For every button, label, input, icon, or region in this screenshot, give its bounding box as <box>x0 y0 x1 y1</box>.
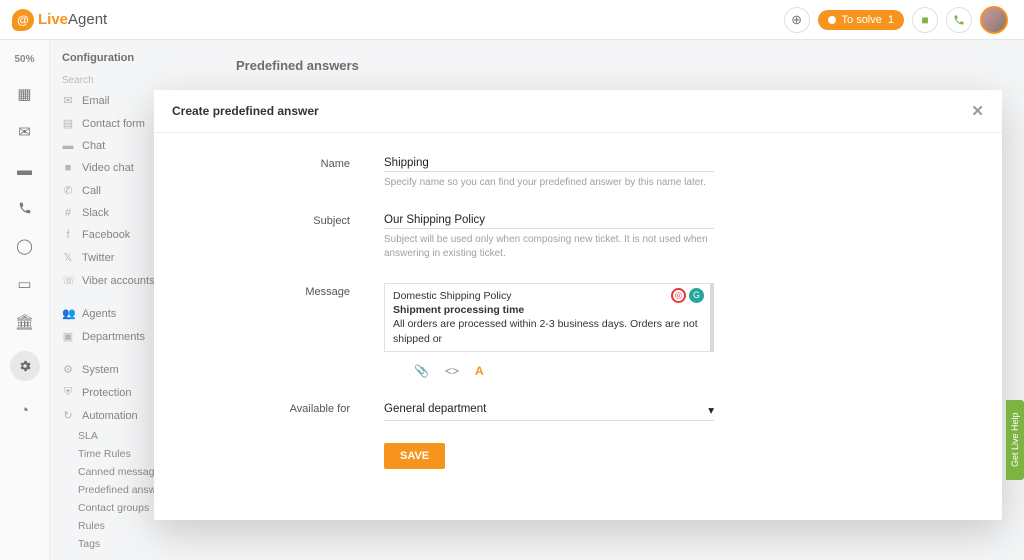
phone-icon: ✆ <box>62 184 74 197</box>
progress-percent[interactable]: 50% <box>14 54 34 65</box>
close-icon[interactable]: ✕ <box>971 102 984 120</box>
slack-icon: # <box>62 207 74 219</box>
chat-icon[interactable]: ▬ <box>16 161 34 179</box>
dashboard-icon[interactable]: ▦ <box>16 85 34 103</box>
mail-icon: ✉ <box>62 94 74 107</box>
logo-agent: Agent <box>68 11 107 28</box>
add-icon[interactable]: ⊕ <box>784 7 810 33</box>
available-label: Available for <box>194 400 384 421</box>
sb-label: Automation <box>82 410 138 422</box>
get-live-help-tab[interactable]: Get Live Help <box>1006 400 1024 480</box>
attach-icon[interactable]: 📎 <box>414 364 429 378</box>
contacts-icon[interactable]: ▭ <box>16 275 34 293</box>
ring-icon[interactable]: ◯ <box>16 237 34 255</box>
subject-input[interactable] <box>384 212 714 229</box>
sb-label: Facebook <box>82 229 130 241</box>
to-solve-count: 1 <box>888 14 894 26</box>
call-icon[interactable] <box>946 7 972 33</box>
logo-icon: @ <box>12 9 34 31</box>
msg-line: Domestic Shipping Policy <box>393 289 702 303</box>
sb-label: Viber accounts <box>82 275 155 287</box>
header: @ LiveAgent ⊕ To solve 1 ■ <box>0 0 1024 40</box>
editor-toolbar: 📎 <> A <box>384 352 714 378</box>
msg-line: All orders are processed within 2-3 busi… <box>393 317 702 345</box>
sidebar-search[interactable]: Search <box>50 72 218 89</box>
header-actions: ⊕ To solve 1 ■ <box>784 6 1008 34</box>
sidebar-sub-tags[interactable]: Tags <box>50 535 218 553</box>
sb-label: Slack <box>82 207 109 219</box>
gear-icon: ⚙ <box>62 363 74 376</box>
form-icon: ▤ <box>62 117 74 130</box>
sb-label: Chat <box>82 140 105 152</box>
message-label: Message <box>194 283 384 378</box>
logo-live: Live <box>38 11 68 28</box>
sb-label: Contact form <box>82 118 145 130</box>
chevron-down-icon: ▾ <box>708 403 714 417</box>
chat-icon: ▬ <box>62 140 74 152</box>
shield-icon: ⛨ <box>62 386 74 399</box>
message-editor[interactable]: Domestic Shipping Policy Shipment proces… <box>384 283 714 352</box>
avatar[interactable] <box>980 6 1008 34</box>
viber-icon: ☏ <box>62 274 74 287</box>
bank-icon[interactable]: 🏛 <box>16 313 34 331</box>
video-icon: ■ <box>62 162 74 174</box>
page-title: Predefined answers <box>236 58 1006 73</box>
nav-rail: 50% ▦ ✉ ▬ ◯ ▭ 🏛 ◔ <box>0 40 50 560</box>
facebook-icon: f <box>62 229 74 241</box>
target-icon[interactable]: ◎ <box>671 288 686 303</box>
twitter-icon: 𝕏 <box>62 251 74 264</box>
more-icon[interactable]: ◔ <box>16 401 34 419</box>
modal-create-predefined-answer: Create predefined answer ✕ Name Specify … <box>154 90 1002 520</box>
refresh-icon: ↻ <box>62 409 74 422</box>
settings-icon[interactable] <box>10 351 40 381</box>
subject-label: Subject <box>194 212 384 261</box>
modal-body: Name Specify name so you can find your p… <box>154 133 1002 511</box>
code-icon[interactable]: <> <box>445 364 459 378</box>
to-solve-pill[interactable]: To solve 1 <box>818 10 904 30</box>
sb-label: Departments <box>82 331 145 343</box>
sb-label: System <box>82 364 119 376</box>
available-select[interactable]: General department ▾ <box>384 400 714 421</box>
sb-label: Protection <box>82 387 132 399</box>
modal-header: Create predefined answer ✕ <box>154 90 1002 133</box>
sb-label: Email <box>82 95 110 107</box>
folder-icon: ▣ <box>62 330 74 343</box>
mail-icon[interactable]: ✉ <box>16 123 34 141</box>
to-solve-label: To solve <box>842 14 882 26</box>
sb-label: Call <box>82 185 101 197</box>
save-button[interactable]: SAVE <box>384 443 445 469</box>
modal-title: Create predefined answer <box>172 104 319 118</box>
name-label: Name <box>194 155 384 190</box>
format-icon[interactable]: A <box>475 364 484 378</box>
chat-icon[interactable]: ■ <box>912 7 938 33</box>
subject-hint: Subject will be used only when composing… <box>384 233 714 261</box>
people-icon: 👥 <box>62 307 74 320</box>
select-value: General department <box>384 403 486 417</box>
msg-line: Shipment processing time <box>393 303 702 317</box>
phone-icon[interactable] <box>16 199 34 217</box>
sidebar-title: Configuration <box>50 52 218 72</box>
name-input[interactable] <box>384 155 714 172</box>
grammarly-icon[interactable]: G <box>689 288 704 303</box>
name-hint: Specify name so you can find your predef… <box>384 176 714 190</box>
status-dot-icon <box>828 16 836 24</box>
sb-label: Agents <box>82 308 116 320</box>
sb-label: Twitter <box>82 252 114 264</box>
logo[interactable]: @ LiveAgent <box>12 9 107 31</box>
sb-label: Video chat <box>82 162 134 174</box>
